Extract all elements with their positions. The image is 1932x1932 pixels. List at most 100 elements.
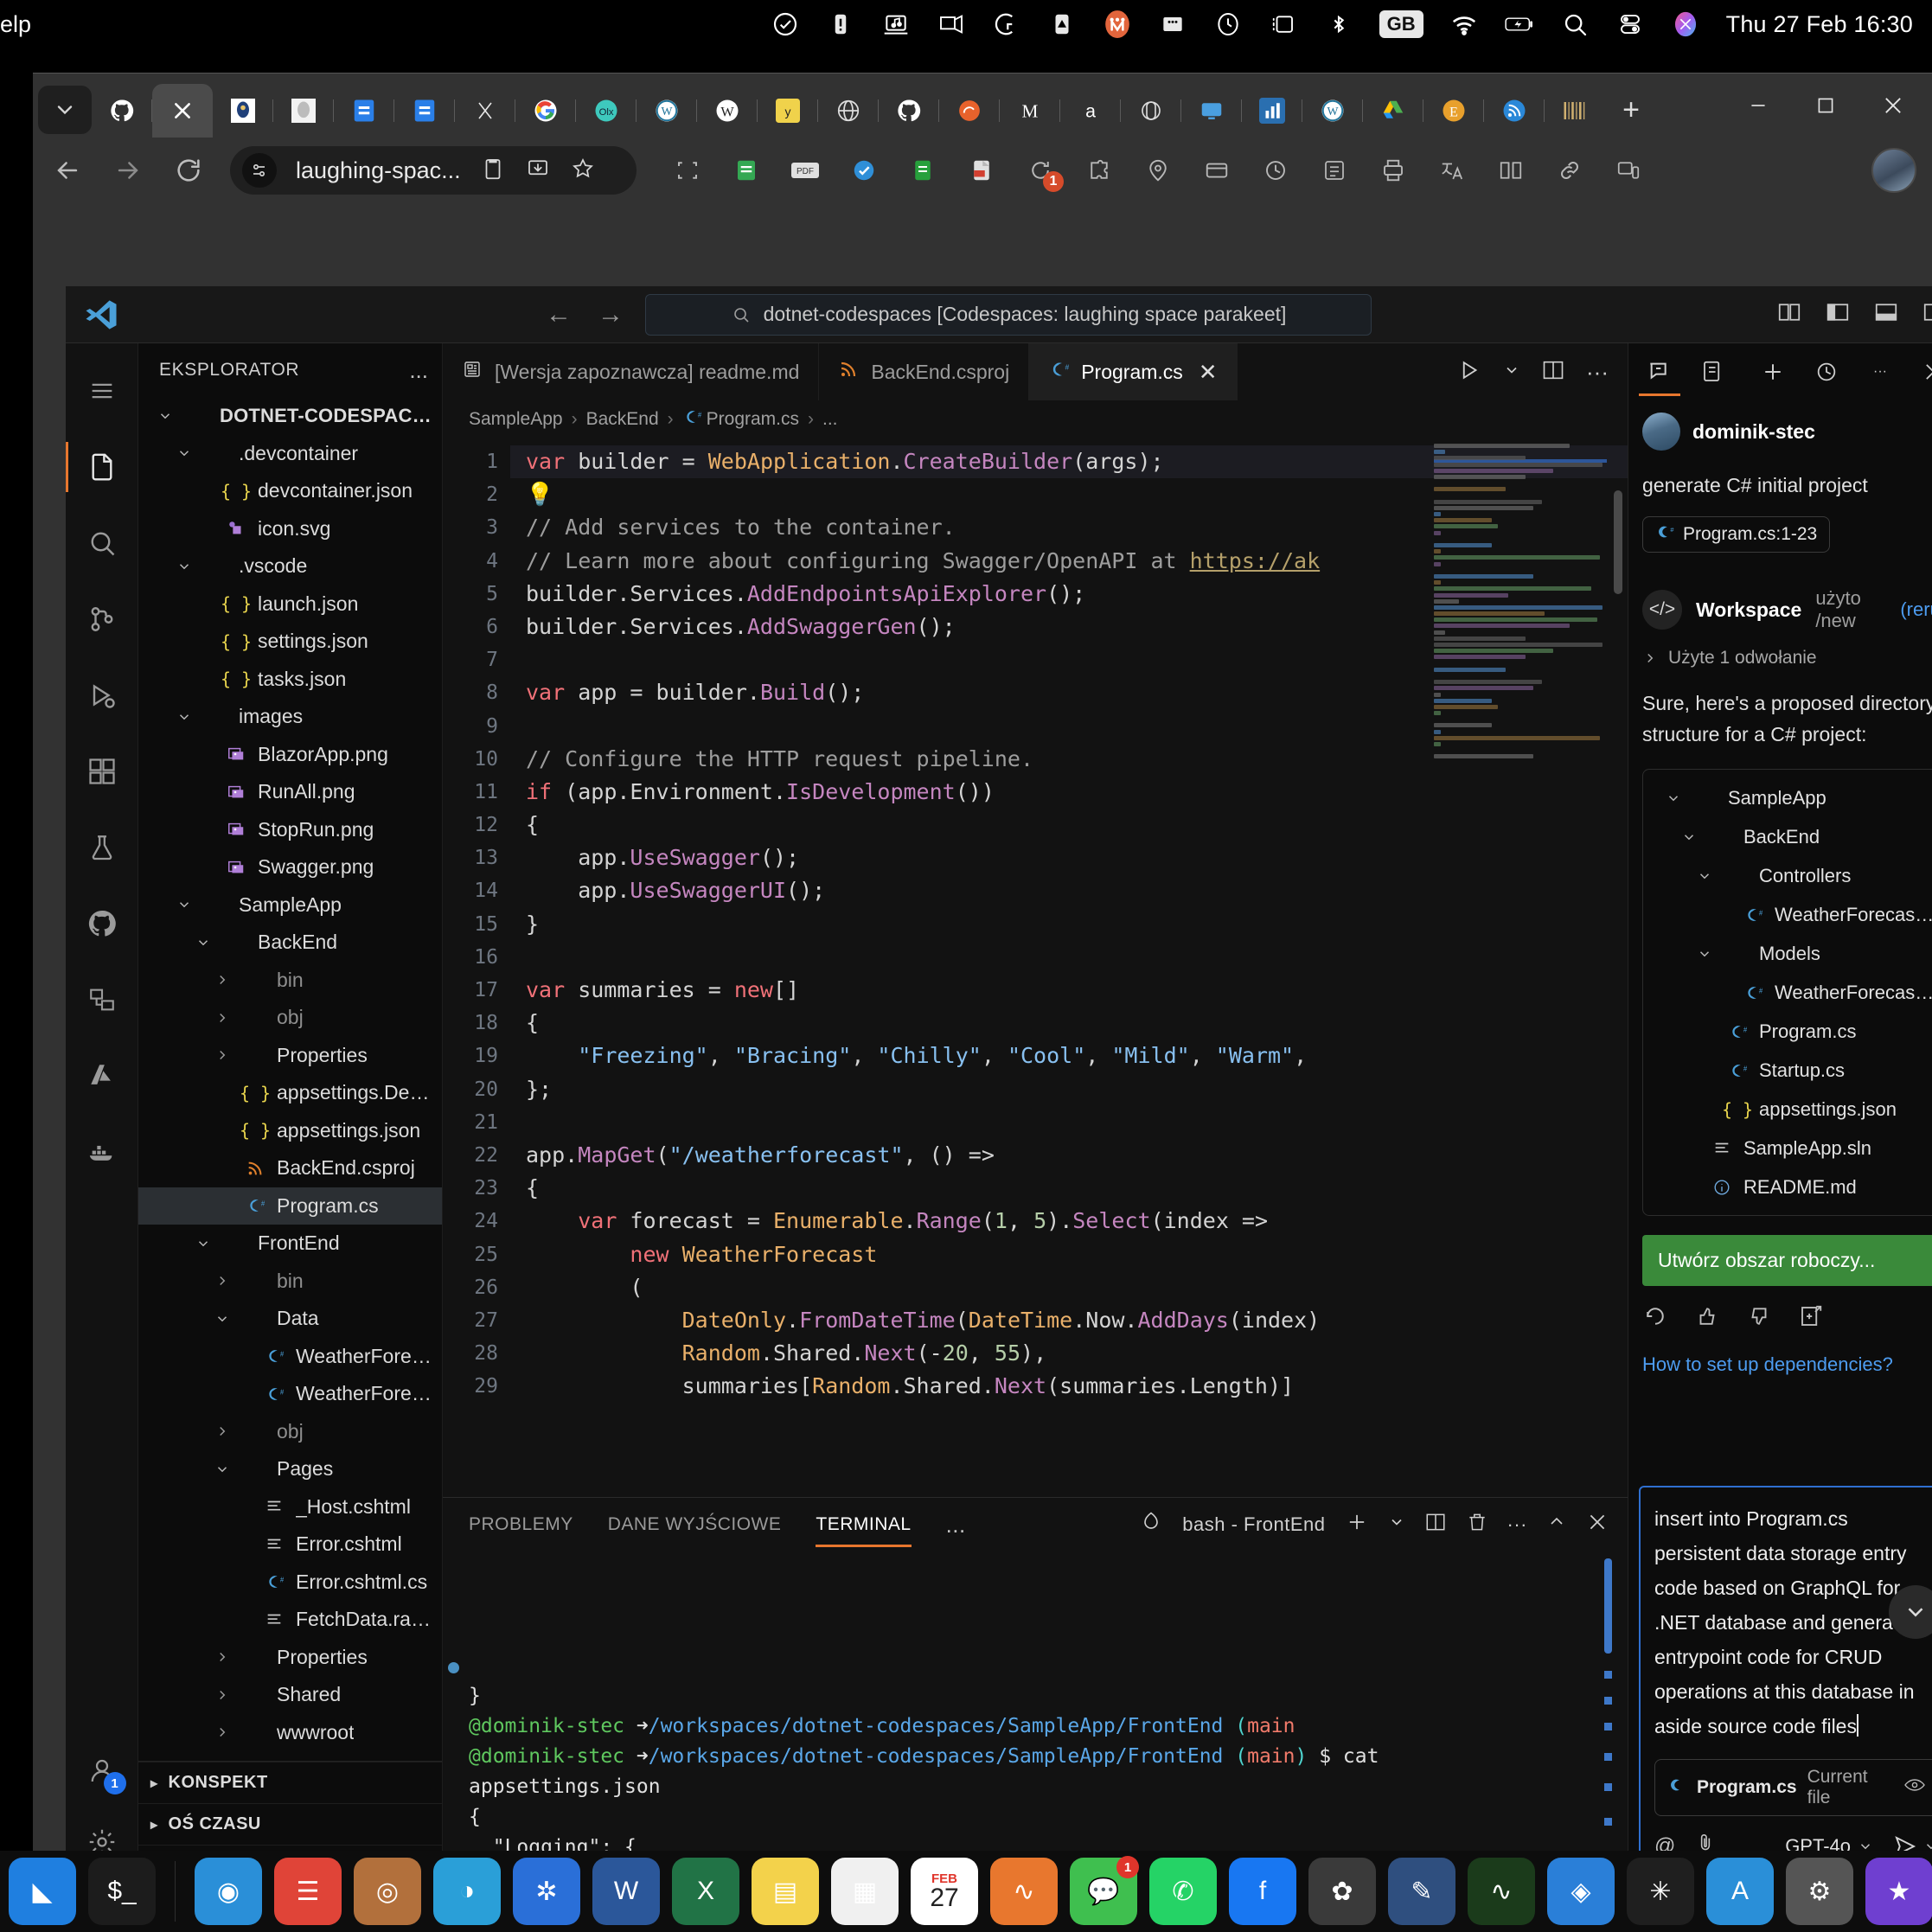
chat-tree-folder-item[interactable]: SampleApp [1650, 778, 1932, 817]
spotlight-search-icon[interactable] [1560, 10, 1590, 39]
explorer-folder-item[interactable]: obj [138, 1413, 442, 1451]
book-icon[interactable] [1493, 152, 1529, 189]
notes-icon[interactable]: ▤ [752, 1858, 819, 1925]
activity-remote-explorer-icon[interactable] [66, 964, 138, 1035]
chevron-icon[interactable] [211, 1462, 234, 1477]
editor-scrollbar[interactable] [1614, 490, 1622, 594]
explorer-folder-item[interactable]: Properties [138, 1639, 442, 1677]
browser-blue-icon[interactable]: ◉ [195, 1858, 262, 1925]
code-line[interactable] [510, 1106, 1628, 1139]
browser-tab[interactable] [394, 84, 455, 138]
docs-icon[interactable] [905, 152, 941, 189]
check-icon[interactable] [846, 152, 882, 189]
bluetooth-icon[interactable]: ✲ [513, 1858, 580, 1925]
explorer-file-tree[interactable]: DOTNET-CODESPACES [CODESPACES: ... .devco… [138, 397, 442, 1761]
contacts-icon[interactable]: ◎ [354, 1858, 421, 1925]
browser-tab[interactable] [334, 84, 394, 138]
panel-tab-problems[interactable]: PROBLEMY [469, 1502, 573, 1547]
explorer-root-item[interactable]: DOTNET-CODESPACES [CODESPACES: ... [138, 397, 442, 435]
siri-icon[interactable] [1671, 10, 1700, 39]
new-tab-button[interactable]: + [1605, 86, 1657, 134]
chevron-icon[interactable] [211, 1273, 234, 1289]
forward-button[interactable] [109, 151, 147, 189]
audio-icon[interactable]: ∿ [1468, 1858, 1535, 1925]
copy-icon[interactable] [480, 156, 506, 186]
editor-minimap[interactable] [1434, 444, 1607, 1040]
activity-explorer-icon[interactable] [65, 432, 138, 502]
site-settings-icon[interactable] [242, 153, 277, 188]
chat-more-icon[interactable]: ··· [1863, 348, 1897, 396]
editor-tab[interactable]: [Wersja zapoznawcza] readme.md [443, 343, 820, 400]
chat-tree-folder-item[interactable]: Models [1650, 934, 1932, 973]
location-icon[interactable] [1140, 152, 1176, 189]
panel-more-actions[interactable]: ... [946, 1512, 966, 1539]
editor-tab[interactable]: BackEnd.csproj [819, 343, 1030, 400]
photos-icon[interactable]: ✿ [1308, 1858, 1376, 1925]
chevron-icon[interactable] [211, 1423, 234, 1439]
thumbs-up-icon[interactable] [1694, 1303, 1720, 1334]
panel-tab-terminal[interactable]: TERMINAL [816, 1502, 912, 1547]
chat-tree-folder-item[interactable]: BackEnd [1650, 817, 1932, 856]
explorer-file-item[interactable]: # Program.cs [138, 1187, 442, 1225]
chat-icon[interactable] [1639, 348, 1680, 396]
chat-tree-file-item[interactable]: # Program.cs [1650, 1012, 1932, 1051]
kill-terminal-icon[interactable] [1466, 1511, 1488, 1539]
checkmark-circle-icon[interactable] [771, 10, 800, 39]
menu-hamburger-icon[interactable] [66, 355, 138, 426]
reload-badge-icon[interactable]: 1 [1022, 152, 1064, 192]
chat-composer[interactable]: insert into Program.cs persistent data s… [1639, 1486, 1932, 1876]
chat-tree-file-item[interactable]: # Startup.cs [1650, 1051, 1932, 1090]
chevron-icon[interactable] [1693, 946, 1716, 962]
capture-icon[interactable] [669, 152, 706, 189]
reload-button[interactable] [170, 151, 208, 189]
explorer-file-item[interactable]: # WeatherForecastClient.cs [138, 1375, 442, 1413]
explorer-file-item[interactable]: Error.cshtml [138, 1526, 442, 1564]
browser-tab[interactable]: W [1302, 84, 1363, 138]
explorer-section-konspekt[interactable]: ▸ KONSPEKT [138, 1762, 442, 1803]
explorer-folder-item[interactable]: .vscode [138, 547, 442, 585]
chat-followup-suggestion[interactable]: How to set up dependencies? [1642, 1353, 1932, 1376]
new-terminal-button[interactable] [1345, 1510, 1369, 1539]
activity-accounts-icon[interactable]: 1 [66, 1736, 138, 1807]
chevron-icon[interactable] [211, 972, 234, 988]
explorer-file-item[interactable]: # Error.cshtml.cs [138, 1564, 442, 1602]
exclamation-icon[interactable] [826, 10, 855, 39]
headset-icon[interactable] [992, 10, 1021, 39]
chat-tree-file-item[interactable]: SampleApp.sln [1650, 1129, 1932, 1168]
chevron-icon[interactable] [192, 935, 214, 950]
browser-tab[interactable] [273, 84, 334, 138]
vscode-back-icon[interactable]: ← [541, 300, 576, 329]
browser-tab[interactable]: W [637, 84, 697, 138]
code-line[interactable]: new WeatherForecast [510, 1238, 1628, 1271]
browser-tab[interactable] [1121, 84, 1181, 138]
close-tab-icon[interactable]: ✕ [1199, 359, 1218, 386]
browser-tab[interactable] [515, 84, 576, 138]
clock-history-icon[interactable] [1213, 10, 1243, 39]
sidebar-icon[interactable] [1269, 10, 1298, 39]
puzzle-icon[interactable] [1081, 152, 1117, 189]
explorer-file-item[interactable]: # WeatherForecast.cs [138, 1338, 442, 1376]
explorer-section-oś-czasu[interactable]: ▸ OŚ CZASU [138, 1803, 442, 1845]
code-editor[interactable]: 1 2 3 4 5 6 7 8 9 10 11 12 13 14 15 16 17 18 19 20 21 22 23 24 2… [443, 438, 1628, 1497]
eye-icon[interactable] [1903, 1776, 1926, 1799]
browser-tab[interactable] [213, 84, 273, 138]
explorer-file-item[interactable]: RunAll.png [138, 773, 442, 811]
chevron-icon[interactable] [1693, 868, 1716, 884]
explorer-file-item[interactable]: icon.svg [138, 510, 442, 548]
keyboard-layout-badge[interactable]: GB [1379, 10, 1423, 38]
mobius-icon[interactable] [1103, 10, 1132, 39]
print-icon[interactable] [1375, 152, 1411, 189]
bluetooth-icon[interactable] [1324, 10, 1353, 39]
chat-tree-file-item[interactable]: README.md [1650, 1168, 1932, 1206]
terminal-output[interactable]: } @dominik-stec ➜/workspaces/dotnet-codes… [443, 1551, 1628, 1886]
screen-share-icon[interactable] [937, 10, 966, 39]
laptop-music-icon[interactable] [881, 10, 911, 39]
chevron-icon[interactable] [211, 1687, 234, 1703]
explorer-folder-item[interactable]: .devcontainer [138, 435, 442, 473]
chat-context-chip[interactable]: # Program.cs:1-23 [1642, 516, 1831, 553]
activity-github-icon[interactable] [66, 888, 138, 959]
code-line[interactable]: ( [510, 1271, 1628, 1304]
browser-tab[interactable] [1242, 84, 1302, 138]
code-line[interactable]: }; [510, 1073, 1628, 1106]
explorer-folder-item[interactable]: bin [138, 962, 442, 1000]
